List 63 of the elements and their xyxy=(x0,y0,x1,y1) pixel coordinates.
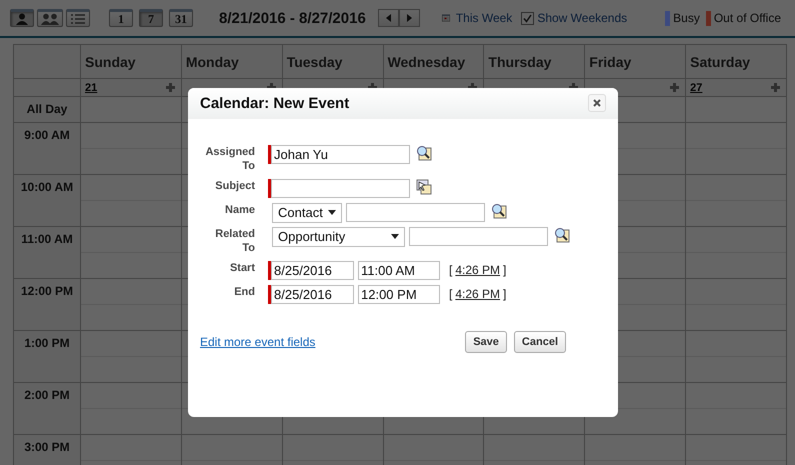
bracket-text: [ xyxy=(449,262,452,279)
lookup-icon[interactable] xyxy=(554,226,570,243)
field-label: Subject xyxy=(214,178,255,193)
field-label: Start xyxy=(228,260,255,275)
legend-label: Busy xyxy=(673,11,700,25)
date-range: 8/21/2016 - 8/27/2016 xyxy=(219,10,366,26)
current-time-link[interactable]: 4:26 PM xyxy=(455,260,500,280)
save-button[interactable]: Save xyxy=(465,330,507,353)
day-name: Saturday xyxy=(690,54,750,70)
caret-icon xyxy=(328,210,336,216)
time-field[interactable]: 11:00 AM xyxy=(358,260,440,280)
hour-label: 3:00 PM xyxy=(24,440,70,456)
date-field[interactable]: 8/25/2016 xyxy=(271,260,354,280)
bracket-text: ] xyxy=(503,286,506,303)
view-button[interactable] xyxy=(37,9,63,27)
field-label: End xyxy=(233,284,255,299)
legend-label: Out of Office xyxy=(714,11,781,25)
date-field[interactable]: 8/25/2016 xyxy=(271,284,354,304)
list-icon xyxy=(71,14,85,24)
lookup-icon[interactable] xyxy=(491,202,507,219)
hour-label: 2:00 PM xyxy=(24,388,70,404)
current-time-link[interactable]: 4:26 PM xyxy=(455,284,500,304)
hour-label: 9:00 AM xyxy=(24,128,70,144)
right-arrow-icon xyxy=(406,14,412,22)
day-name: Tuesday xyxy=(286,54,342,70)
close-button[interactable] xyxy=(588,94,606,112)
day-name: Monday xyxy=(186,54,239,70)
hour-label: 11:00 AM xyxy=(21,232,73,248)
text-field[interactable]: Johan Yu xyxy=(271,144,410,164)
view-button[interactable] xyxy=(10,9,34,27)
dialog-title: Calendar: New Event xyxy=(200,94,350,112)
view-button[interactable] xyxy=(66,9,90,27)
text-field[interactable] xyxy=(346,202,485,222)
people-icon xyxy=(41,13,59,25)
checkbox[interactable] xyxy=(521,12,534,24)
text-field[interactable] xyxy=(271,178,410,198)
field-label: Related To xyxy=(214,226,255,255)
left-arrow-icon xyxy=(386,14,391,22)
bracket-text: ] xyxy=(503,262,506,279)
dropdown[interactable]: Contact xyxy=(272,202,342,223)
bracket-text: [ xyxy=(449,286,452,303)
picker-icon[interactable] xyxy=(416,178,432,195)
field-label: Assigned To xyxy=(204,144,255,173)
time-field[interactable]: 12:00 PM xyxy=(358,284,440,304)
next-button[interactable] xyxy=(398,9,420,27)
all-day-label: All Day xyxy=(26,102,68,118)
field-label: Name xyxy=(224,202,255,217)
hour-label: 10:00 AM xyxy=(20,180,74,196)
hour-label: 1:00 PM xyxy=(24,336,70,352)
day-name: Sunday xyxy=(85,54,136,70)
day-name: Wednesday xyxy=(388,54,466,70)
caret-icon xyxy=(391,234,399,240)
dropdown[interactable]: Opportunity xyxy=(272,226,405,247)
lookup-icon[interactable] xyxy=(416,144,432,161)
day-name: Thursday xyxy=(488,54,552,70)
edit-more-link[interactable]: Edit more event fields xyxy=(200,330,316,353)
text-field[interactable] xyxy=(409,226,548,246)
day-name: Friday xyxy=(589,54,632,70)
previous-button[interactable] xyxy=(378,9,399,27)
close-icon xyxy=(593,99,601,108)
person-icon xyxy=(15,13,29,25)
hour-label: 12:00 PM xyxy=(20,284,74,300)
cancel-button[interactable]: Cancel xyxy=(514,330,566,353)
